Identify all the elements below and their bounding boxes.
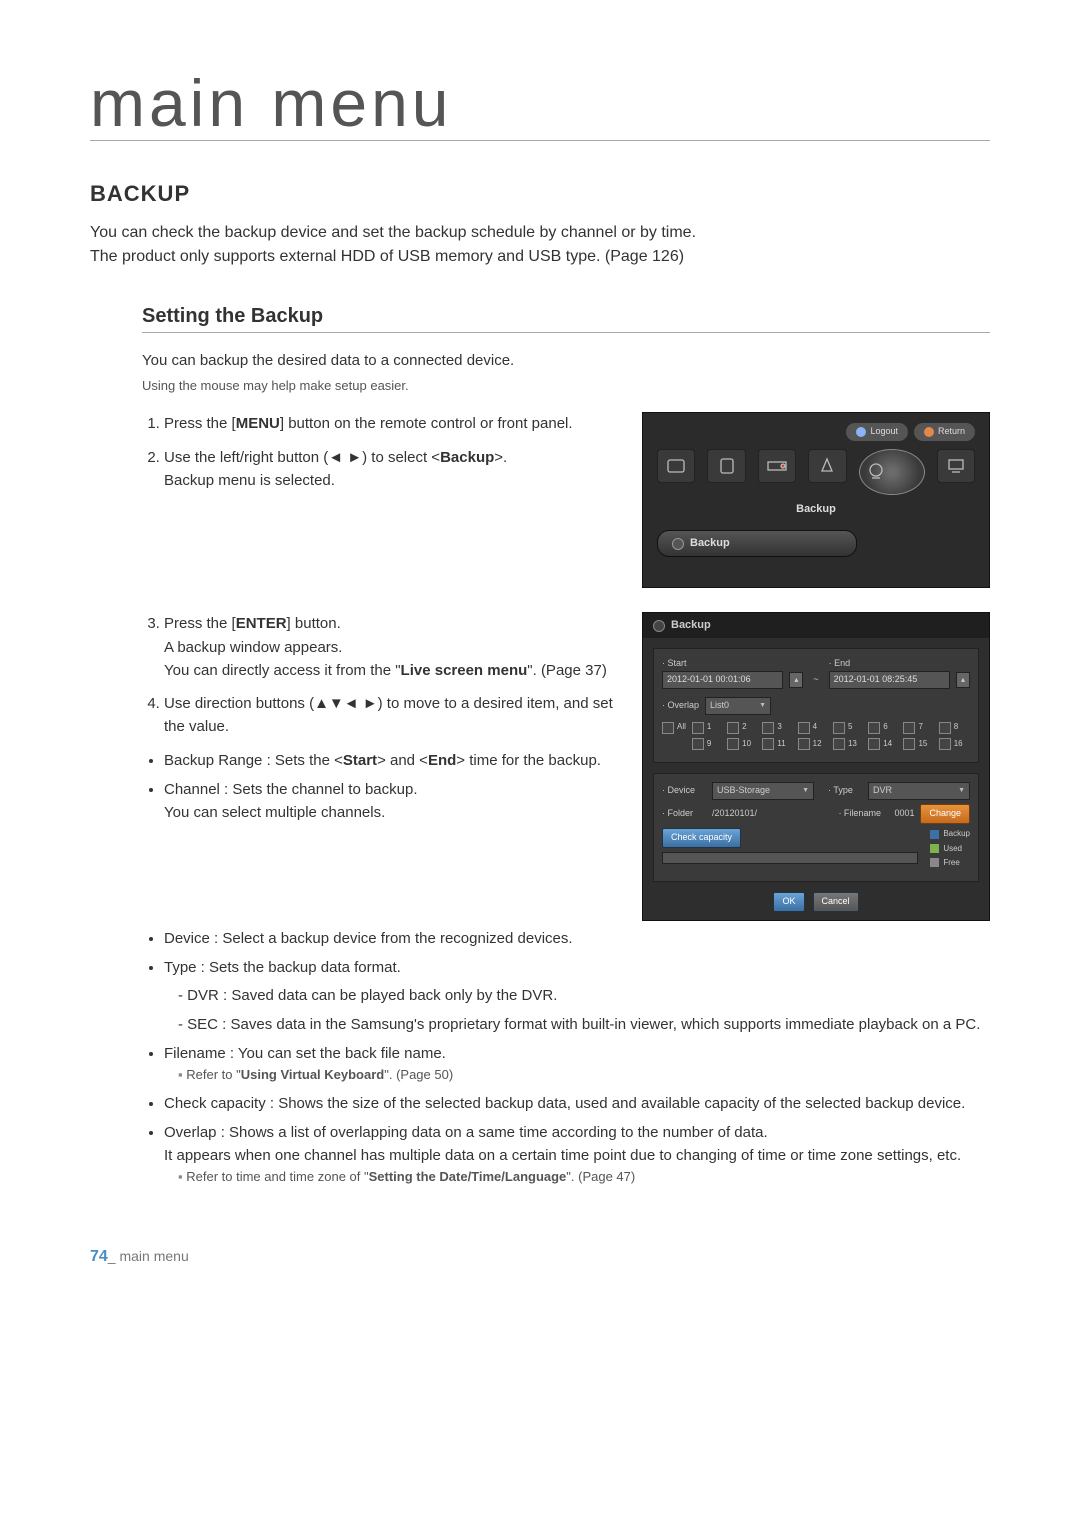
menu-icon-record[interactable] xyxy=(758,449,796,483)
menu-label: Backup xyxy=(657,501,975,518)
return-icon xyxy=(924,427,934,437)
ch-checkbox[interactable] xyxy=(939,738,951,750)
capacity-legend: Backup Used Free xyxy=(930,828,970,869)
step-1: Press the [MENU] button on the remote co… xyxy=(164,412,618,435)
ch-checkbox[interactable] xyxy=(798,722,810,734)
ok-button[interactable]: OK xyxy=(773,892,804,912)
end-field[interactable]: 2012-01-01 08:25:45 xyxy=(829,671,950,689)
ch-checkbox[interactable] xyxy=(939,722,951,734)
bullet-type: Type : Sets the backup data format. DVR … xyxy=(164,956,990,1036)
menu-icon-network[interactable] xyxy=(937,449,975,483)
device-label: · Device xyxy=(662,784,706,798)
start-label: · Start xyxy=(662,657,803,671)
ch-checkbox[interactable] xyxy=(762,722,774,734)
change-button[interactable]: Change xyxy=(920,804,970,824)
refer-datetime: Refer to time and time zone of "Setting … xyxy=(164,1167,990,1187)
start-field[interactable]: 2012-01-01 00:01:06 xyxy=(662,671,783,689)
ch-checkbox[interactable] xyxy=(692,738,704,750)
intro-line-1: You can check the backup device and set … xyxy=(90,221,990,245)
logout-button[interactable]: Logout xyxy=(846,423,908,441)
capacity-bar xyxy=(662,852,918,864)
dialog-title: Backup xyxy=(671,617,711,634)
screenshot-main-menu: Logout Return Backup xyxy=(642,412,990,588)
ch-checkbox[interactable] xyxy=(762,738,774,750)
bullet-type-dvr: DVR : Saved data can be played back only… xyxy=(178,984,990,1007)
bullet-type-sec: SEC : Saves data in the Samsung's propri… xyxy=(178,1013,990,1036)
sub-intro: You can backup the desired data to a con… xyxy=(142,349,990,372)
end-label: · End xyxy=(829,657,970,671)
menu-icon-device[interactable] xyxy=(707,449,745,483)
info-icon xyxy=(856,427,866,437)
filename-label: · Filename xyxy=(838,807,888,821)
bullet-overlap: Overlap : Shows a list of overlapping da… xyxy=(164,1121,990,1188)
ch-checkbox[interactable] xyxy=(692,722,704,734)
type-select[interactable]: DVR▼ xyxy=(868,782,970,800)
submenu-backup[interactable]: Backup xyxy=(657,530,857,557)
section-heading: BACKUP xyxy=(90,181,990,207)
bullet-channel: Channel : Sets the channel to backup. Yo… xyxy=(164,778,618,825)
ch-checkbox[interactable] xyxy=(868,722,880,734)
all-checkbox[interactable] xyxy=(662,722,674,734)
ch-checkbox[interactable] xyxy=(798,738,810,750)
ch-checkbox[interactable] xyxy=(903,738,915,750)
ch-checkbox[interactable] xyxy=(903,722,915,734)
menu-icon-backup-selected[interactable] xyxy=(859,449,925,495)
all-label: All xyxy=(677,721,686,733)
check-capacity-button[interactable]: Check capacity xyxy=(662,828,741,848)
ch-checkbox[interactable] xyxy=(833,738,845,750)
device-select[interactable]: USB-Storage▼ xyxy=(712,782,814,800)
step-2: Use the left/right button (◄ ►) to selec… xyxy=(164,446,618,493)
return-button[interactable]: Return xyxy=(914,423,975,441)
overlap-label: · Overlap xyxy=(662,699,699,713)
page-footer: 74_ main menu xyxy=(90,1248,990,1266)
bullet-filename: Filename : You can set the back file nam… xyxy=(164,1042,990,1085)
intro-line-2: The product only supports external HDD o… xyxy=(90,245,990,269)
bullet-range: Backup Range : Sets the <Start> and <End… xyxy=(164,749,618,772)
channel-grid: 1 2 3 4 5 6 7 8 9 10 11 12 13 xyxy=(692,721,970,750)
sub-heading: Setting the Backup xyxy=(142,305,990,332)
type-label: · Type xyxy=(828,784,862,798)
sub-intro-note: Using the mouse may help make setup easi… xyxy=(142,376,990,396)
step-4: Use direction buttons (▲▼◄ ►) to move to… xyxy=(164,692,618,739)
bullet-capacity: Check capacity : Shows the size of the s… xyxy=(164,1092,990,1115)
spin-icon[interactable]: ▴ xyxy=(789,672,803,688)
ch-checkbox[interactable] xyxy=(727,722,739,734)
menu-icon-event[interactable] xyxy=(808,449,846,483)
bullet-device: Device : Select a backup device from the… xyxy=(164,927,990,950)
folder-label: · Folder xyxy=(662,807,706,821)
cancel-button[interactable]: Cancel xyxy=(813,892,859,912)
ch-checkbox[interactable] xyxy=(727,738,739,750)
screenshot-backup-dialog: Backup · Start 2012-01-01 00:01:06 ▴ ~ xyxy=(642,612,990,921)
ch-checkbox[interactable] xyxy=(833,722,845,734)
page-title: main menu xyxy=(90,70,453,140)
ch-checkbox[interactable] xyxy=(868,738,880,750)
step-3: Press the [ENTER] button. A backup windo… xyxy=(164,612,618,682)
overlap-select[interactable]: List0▼ xyxy=(705,697,771,715)
spin-icon[interactable]: ▴ xyxy=(956,672,970,688)
bullet-icon xyxy=(672,538,684,550)
bullet-icon xyxy=(653,620,665,632)
folder-value: /20120101/ xyxy=(712,807,832,821)
filename-value: 0001 xyxy=(894,807,914,821)
refer-virtual-keyboard: Refer to "Using Virtual Keyboard". (Page… xyxy=(164,1065,990,1085)
menu-icon-system[interactable] xyxy=(657,449,695,483)
